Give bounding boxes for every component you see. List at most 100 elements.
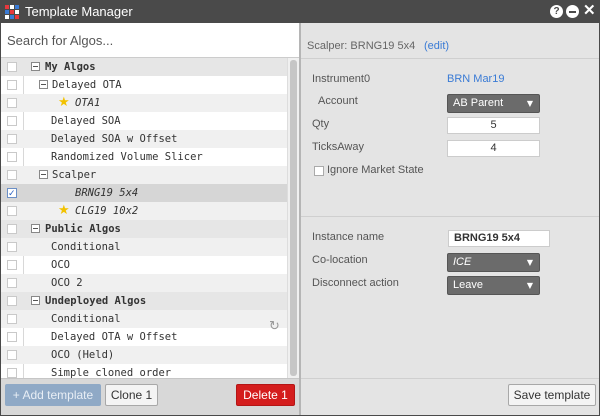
algo-tree: My Algos Delayed OTA ★ OTA1 Delayed SOA Delay… [1, 58, 287, 378]
delete-button[interactable]: Delete 1 [236, 384, 295, 406]
tree-row-label: Delayed OTA w Offset [51, 331, 178, 343]
tree-scrollbar[interactable] [287, 58, 299, 378]
close-icon[interactable]: ✕ [583, 3, 596, 19]
row-checkbox[interactable] [7, 260, 17, 270]
tree-row-label: Undeployed Algos [45, 295, 147, 307]
disconnect-action-value: Leave [453, 279, 483, 291]
row-checkbox[interactable] [7, 350, 17, 360]
account-label: Account [318, 95, 358, 107]
collapse-icon[interactable] [31, 62, 40, 71]
tree-row-label: CLG19 10x2 [75, 205, 139, 217]
tree-item-row[interactable]: Delayed SOA [1, 112, 287, 130]
account-dropdown[interactable]: AB Parent ▼ [447, 94, 540, 113]
disconnect-action-label: Disconnect action [312, 277, 399, 289]
row-checkbox[interactable] [7, 98, 17, 108]
ignore-market-state-label: Ignore Market State [327, 164, 424, 176]
left-footer: + Add template Clone 1 Delete 1 [1, 378, 299, 415]
instrument-label: Instrument0 [312, 73, 371, 85]
section-divider [301, 216, 599, 217]
row-checkbox[interactable] [7, 332, 17, 342]
row-checkbox[interactable] [7, 224, 17, 234]
tree-item-row[interactable]: OCO (Held) [1, 346, 287, 364]
ignore-market-state-checkbox[interactable] [314, 166, 324, 176]
row-checkbox[interactable] [7, 170, 17, 180]
tree-item-row[interactable]: OCO 2 [1, 274, 287, 292]
template-detail-panel: Scalper: BRNG19 5x4 (edit) Instrument0 B… [301, 23, 599, 415]
star-icon[interactable]: ★ [58, 95, 70, 111]
row-checkbox[interactable] [7, 206, 17, 216]
title-bar: Template Manager ? ✕ [1, 1, 599, 23]
detail-title: Scalper: BRNG19 5x4 [307, 40, 416, 52]
collapse-icon[interactable] [39, 80, 48, 89]
tree-item-row[interactable]: ★ OTA1 [1, 94, 287, 112]
tree-item-row[interactable]: BRNG19 5x4 [1, 184, 287, 203]
add-template-button[interactable]: + Add template [5, 384, 101, 406]
qty-input[interactable]: 5 [447, 117, 540, 134]
save-template-button[interactable]: Save template [508, 384, 596, 406]
tree-row-label: Delayed OTA [52, 79, 122, 91]
tree-group-row[interactable]: My Algos [1, 58, 287, 76]
tree-item-row[interactable]: Conditional [1, 238, 287, 256]
row-checkbox[interactable] [7, 278, 17, 288]
row-checkbox[interactable] [7, 296, 17, 306]
detail-header: Scalper: BRNG19 5x4 (edit) [301, 23, 599, 59]
row-checkbox[interactable] [7, 134, 17, 144]
colocation-label: Co-location [312, 254, 368, 266]
refresh-icon[interactable]: ↻ [269, 320, 283, 334]
algo-list-panel: My Algos Delayed OTA ★ OTA1 Delayed SOA Delay… [1, 23, 299, 378]
tree-group-row[interactable]: Public Algos [1, 220, 287, 238]
row-checkbox[interactable] [7, 116, 17, 126]
row-checkbox[interactable] [7, 185, 17, 203]
instance-name-input[interactable]: BRNG19 5x4 [448, 230, 550, 247]
tree-row-label: OCO 2 [51, 277, 83, 289]
tree-row-label: Public Algos [45, 223, 121, 235]
qty-label: Qty [312, 118, 330, 130]
tree-row-label: Conditional [51, 241, 121, 253]
tree-row-label: OCO (Held) [51, 349, 115, 361]
tree-row-label: Scalper [52, 169, 97, 181]
tree-item-row[interactable]: Randomized Volume Slicer [1, 148, 287, 166]
instrument-link[interactable]: BRN Mar19 [447, 73, 504, 85]
disconnect-action-dropdown[interactable]: Leave ▼ [447, 276, 540, 295]
tree-item-row[interactable]: Delayed OTA w Offset [1, 328, 287, 346]
tree-row-label: My Algos [45, 61, 96, 73]
clone-button[interactable]: Clone 1 [105, 384, 158, 406]
chevron-down-icon: ▼ [526, 281, 533, 290]
search-input[interactable] [1, 23, 299, 58]
tree-row-label: Conditional [51, 313, 121, 325]
colocation-dropdown[interactable]: ICE ▼ [447, 253, 540, 272]
tree-group-row[interactable]: Delayed OTA [1, 76, 287, 94]
edit-link[interactable]: (edit) [424, 40, 449, 52]
help-icon[interactable]: ? [550, 5, 563, 18]
tree-group-row[interactable]: Scalper [1, 166, 287, 184]
collapse-icon[interactable] [31, 224, 40, 233]
ticks-away-input[interactable]: 4 [447, 140, 540, 157]
app-logo-icon [4, 4, 20, 20]
account-value: AB Parent [453, 97, 504, 109]
tree-row-label: BRNG19 5x4 [75, 187, 139, 199]
star-icon[interactable]: ★ [58, 203, 70, 219]
tree-item-row[interactable]: Conditional [1, 310, 287, 328]
tree-item-row[interactable]: Simple cloned order [1, 364, 287, 378]
tree-item-row[interactable]: OCO [1, 256, 287, 274]
collapse-icon[interactable] [39, 170, 48, 179]
ticks-away-label: TicksAway [312, 141, 364, 153]
right-footer: Save template [301, 378, 599, 415]
row-checkbox[interactable] [7, 62, 17, 72]
row-checkbox[interactable] [7, 152, 17, 162]
scrollbar-thumb[interactable] [290, 60, 297, 376]
row-checkbox[interactable] [7, 368, 17, 378]
row-checkbox[interactable] [7, 80, 17, 90]
row-checkbox[interactable] [7, 242, 17, 252]
colocation-value: ICE [453, 256, 472, 268]
tree-row-label: Delayed SOA w Offset [51, 133, 178, 145]
instance-name-label: Instance name [312, 231, 385, 243]
minimize-icon[interactable] [566, 5, 579, 18]
tree-row-label: Randomized Volume Slicer [51, 151, 203, 163]
collapse-icon[interactable] [31, 296, 40, 305]
tree-row-label: OTA1 [75, 97, 101, 109]
tree-item-row[interactable]: Delayed SOA w Offset [1, 130, 287, 148]
row-checkbox[interactable] [7, 314, 17, 324]
tree-group-row[interactable]: Undeployed Algos [1, 292, 287, 310]
tree-item-row[interactable]: ★ CLG19 10x2 [1, 202, 287, 220]
